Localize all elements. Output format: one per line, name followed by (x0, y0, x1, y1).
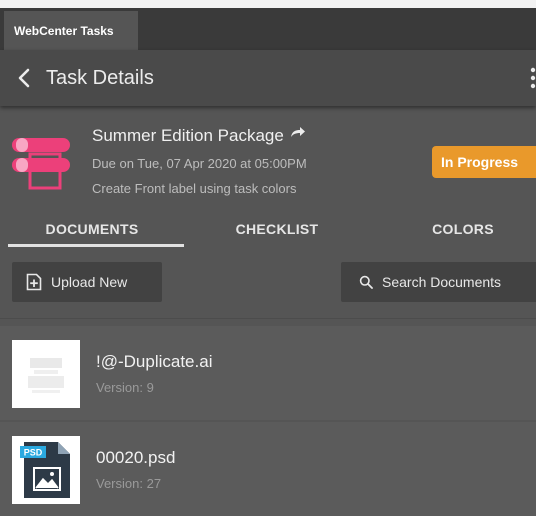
back-arrow-icon[interactable] (14, 67, 36, 89)
upload-new-button[interactable]: Upload New (12, 262, 162, 302)
app-tab-bar: WebCenter Tasks (0, 8, 536, 50)
page-header: Task Details (0, 50, 536, 106)
upload-new-label: Upload New (51, 274, 128, 290)
task-due-date: Due on Tue, 07 Apr 2020 at 05:00PM (92, 156, 307, 171)
document-row[interactable]: PSD 00020.psd Version: 27 (0, 422, 536, 516)
document-thumbnail: PSD (12, 436, 80, 504)
tab-documents[interactable]: DOCUMENTS (0, 210, 184, 248)
section-divider (0, 318, 536, 319)
task-name-text: Summer Edition Package (92, 126, 284, 145)
document-preview-icon (12, 340, 80, 408)
svg-text:PSD: PSD (24, 448, 43, 458)
upload-file-icon (26, 273, 42, 291)
tab-colors[interactable]: COLORS (388, 210, 536, 248)
document-thumbnail (12, 340, 80, 408)
task-name: Summer Edition Package (92, 126, 306, 146)
task-summary: Summer Edition Package Due on Tue, 07 Ap… (0, 106, 536, 210)
more-options-icon[interactable] (528, 66, 536, 90)
psd-file-icon: PSD (12, 436, 80, 504)
document-row[interactable]: !@-Duplicate.ai Version: 9 (0, 326, 536, 420)
app-tab-webcenter-tasks[interactable]: WebCenter Tasks (4, 11, 138, 50)
window-top-strip (0, 0, 536, 8)
task-description: Create Front label using task colors (92, 181, 297, 196)
package-icon (12, 138, 70, 190)
document-name: !@-Duplicate.ai (96, 352, 213, 371)
task-tabs: DOCUMENTS CHECKLIST COLORS (0, 210, 536, 248)
tab-checklist[interactable]: CHECKLIST (184, 210, 370, 248)
search-documents-label: Search Documents (382, 274, 502, 290)
search-icon (359, 275, 373, 289)
document-version: Version: 27 (96, 476, 162, 491)
status-badge: In Progress (432, 146, 536, 178)
document-version: Version: 9 (96, 380, 154, 395)
tab-selected-indicator (8, 244, 184, 247)
page-title: Task Details (46, 67, 154, 89)
document-name: 00020.psd (96, 448, 176, 467)
search-documents-button[interactable]: Search Documents (341, 262, 536, 302)
share-icon (290, 127, 305, 137)
